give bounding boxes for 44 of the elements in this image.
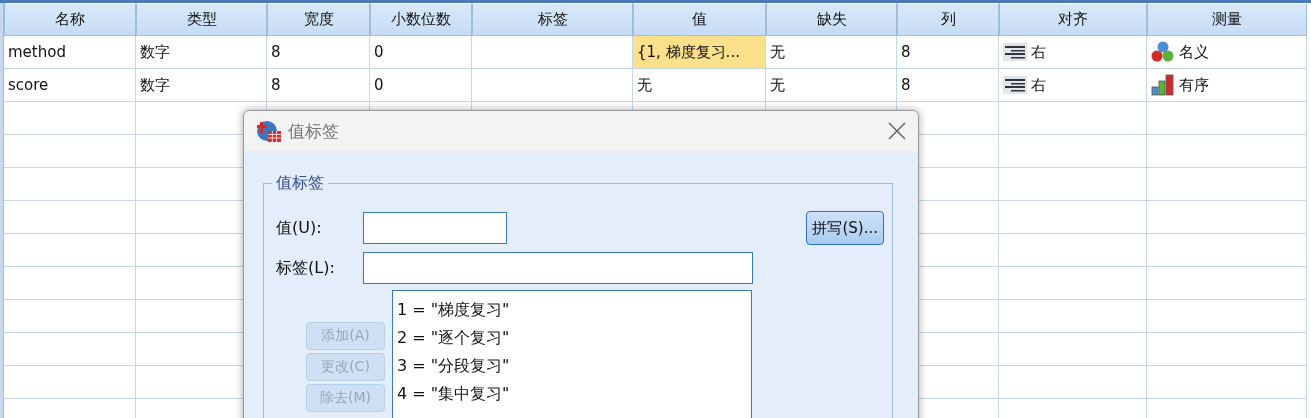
align-right-icon bbox=[1003, 76, 1027, 94]
column-header[interactable]: 标签 bbox=[472, 3, 633, 36]
table-cell: 8 bbox=[267, 69, 370, 102]
column-header[interactable]: 名称 bbox=[4, 3, 136, 36]
column-header[interactable]: 对齐 bbox=[999, 3, 1147, 36]
column-header[interactable]: 小数位数 bbox=[370, 3, 472, 36]
align-right-icon bbox=[1003, 43, 1027, 61]
table-cell: 右 bbox=[1031, 75, 1046, 95]
window-title: 值标签 bbox=[288, 119, 339, 143]
column-header[interactable]: 类型 bbox=[136, 3, 267, 36]
table-cell: 8 bbox=[267, 36, 370, 69]
table-cell: score bbox=[4, 69, 136, 102]
table-cell: 无 bbox=[766, 69, 897, 102]
field-label: 值(U): bbox=[276, 217, 323, 239]
table-cell: 名义 bbox=[1179, 42, 1209, 62]
table-cell: 数字 bbox=[136, 69, 267, 102]
group-title: 值标签 bbox=[272, 173, 328, 194]
table-cell: 8 bbox=[897, 69, 999, 102]
table-cell: {1, 梯度复习... bbox=[633, 36, 766, 69]
list-item[interactable]: 2 = "逐个复习" bbox=[397, 324, 510, 352]
column-header[interactable]: 值 bbox=[633, 3, 766, 36]
column-header[interactable]: 缺失 bbox=[766, 3, 897, 36]
column-header[interactable]: 宽度 bbox=[267, 3, 370, 36]
table-cell: 有序 bbox=[1179, 75, 1209, 95]
column-header[interactable]: 测量 bbox=[1147, 3, 1307, 36]
label-list[interactable]: 1 = "梯度复习" 2 = "逐个复习" 3 = "分段复习" 4 = "集中复习" bbox=[392, 290, 752, 418]
list-item[interactable]: 3 = "分段复习" bbox=[397, 352, 510, 380]
close-icon[interactable] bbox=[888, 122, 906, 140]
field-label: 标签(L): bbox=[276, 257, 336, 279]
table-icon bbox=[256, 119, 282, 143]
label-field[interactable] bbox=[363, 252, 753, 284]
value-field[interactable] bbox=[363, 212, 507, 244]
column-header[interactable]: 列 bbox=[897, 3, 999, 36]
table-cell: 无 bbox=[766, 36, 897, 69]
list-item[interactable]: 1 = "梯度复习" bbox=[397, 296, 510, 324]
table-cell: 8 bbox=[897, 36, 999, 69]
table-cell: 无 bbox=[633, 69, 766, 102]
spell-button[interactable]: 拼写(S)... bbox=[806, 211, 884, 245]
table-cell: 数字 bbox=[136, 36, 267, 69]
table-cell: 0 bbox=[370, 69, 472, 102]
table-cell: 右 bbox=[1031, 42, 1046, 62]
table-cell: 0 bbox=[370, 36, 472, 69]
list-item[interactable]: 4 = "集中复习" bbox=[397, 380, 510, 408]
table-cell: method bbox=[4, 36, 136, 69]
